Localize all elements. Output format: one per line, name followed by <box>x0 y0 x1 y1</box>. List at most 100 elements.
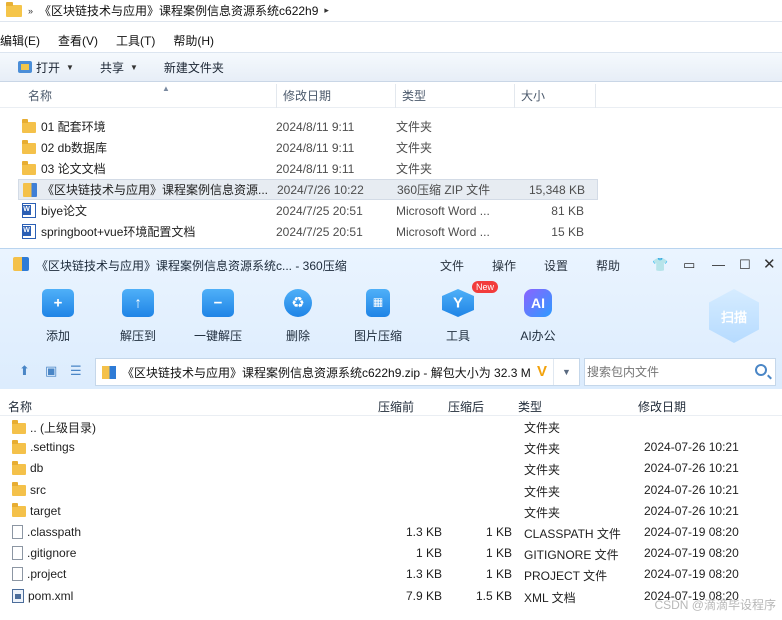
entry-name: .gitignore <box>27 546 77 561</box>
zip-app-icon <box>13 257 29 271</box>
archive-row[interactable]: db 文件夹 2024-07-26 10:21 <box>0 458 782 479</box>
file-icon <box>12 524 23 539</box>
column-before[interactable]: 压缩前 <box>378 398 414 415</box>
delete-button[interactable]: ♻ 删除 <box>258 289 338 344</box>
new-folder-button[interactable]: 新建文件夹 <box>164 59 224 76</box>
entry-date: 2024-07-26 10:21 <box>644 482 739 497</box>
zip-menu-help[interactable]: 帮助 <box>596 257 620 274</box>
explorer-column-header: ▲ 名称 修改日期 类型 大小 <box>0 83 782 108</box>
chevron-down-icon[interactable]: ▼ <box>553 359 579 385</box>
entry-type: 文件夹 <box>524 442 561 457</box>
ai-office-label: AI办公 <box>520 329 556 343</box>
zip-menu-operate[interactable]: 操作 <box>492 257 516 274</box>
entry-name: .settings <box>30 440 75 455</box>
entry-after: 1 KB <box>485 524 512 539</box>
column-name[interactable]: 名称 <box>8 398 32 415</box>
archive-search-input[interactable] <box>587 365 747 379</box>
ai-office-button[interactable]: AI AI办公 <box>498 289 578 344</box>
image-compress-button[interactable]: ▦ 图片压缩 <box>338 289 418 344</box>
one-click-extract-button[interactable]: − 一键解压 <box>178 289 258 344</box>
entry-type: PROJECT 文件 <box>524 569 608 584</box>
file-row-selected[interactable]: 《区块链技术与应用》课程案例信息资源... 2024/7/26 10:22 36… <box>18 179 598 200</box>
file-row[interactable]: biye论文 2024/7/25 20:51 Microsoft Word ..… <box>18 200 598 221</box>
zip-menu-settings[interactable]: 设置 <box>544 257 568 274</box>
address-bar[interactable]: » 《区块链技术与应用》课程案例信息资源系统c622h9 ▸ <box>0 0 782 22</box>
tools-button[interactable]: Y New 工具 <box>418 281 499 344</box>
archive-search-box[interactable] <box>584 358 776 386</box>
archive-row[interactable]: .gitignore 1 KB 1 KB GITIGNORE 文件 2024-0… <box>0 543 782 564</box>
entry-name: .classpath <box>27 524 82 539</box>
xml-file-icon <box>12 588 24 603</box>
one-click-extract-icon: − <box>202 289 234 317</box>
share-button[interactable]: 共享 ▼ <box>100 59 138 76</box>
archive-file-list: .. (上级目录) 文件夹 .settings 文件夹 2024-07-26 1… <box>0 416 782 607</box>
delete-label: 删除 <box>285 329 310 343</box>
entry-type: 文件夹 <box>524 463 561 478</box>
column-date[interactable]: 修改日期 <box>277 83 396 108</box>
file-row[interactable]: 02 db数据库 2024/8/11 9:11 文件夹 <box>18 137 598 158</box>
close-icon[interactable]: ✕ <box>763 255 776 273</box>
zip-menu-file[interactable]: 文件 <box>440 257 464 274</box>
file-date: 2024/7/26 10:22 <box>277 182 364 197</box>
column-size[interactable]: 大小 <box>515 83 596 108</box>
zip-navigation-bar: ⬆ ▣ ☰ 《区块链技术与应用》课程案例信息资源系统c622h9.zip - 解… <box>0 353 782 387</box>
up-arrow-icon[interactable]: ⬆ <box>19 363 30 379</box>
list-view-icon[interactable]: ☰ <box>70 363 82 379</box>
explorer-toolbar: 打开 ▼ 共享 ▼ 新建文件夹 <box>0 52 782 82</box>
menu-tools[interactable]: 工具(T) <box>107 32 164 49</box>
file-row[interactable]: 01 配套环境 2024/8/11 9:11 文件夹 <box>18 116 598 137</box>
feedback-icon[interactable]: ▭ <box>683 257 695 273</box>
menu-edit[interactable]: 编辑(E) <box>0 32 49 49</box>
address-path[interactable]: 《区块链技术与应用》课程案例信息资源系统c622h9 <box>39 2 318 19</box>
chevron-right-icon[interactable]: ▸ <box>324 5 329 16</box>
add-button[interactable]: + 添加 <box>18 289 98 344</box>
zip-file-icon <box>102 365 116 379</box>
add-icon: + <box>42 289 74 317</box>
maximize-icon[interactable]: ☐ <box>739 257 751 273</box>
column-name[interactable]: ▲ 名称 <box>22 83 277 108</box>
thumbnail-view-icon[interactable]: ▣ <box>45 363 57 379</box>
file-size: 81 KB <box>551 203 584 218</box>
new-folder-label: 新建文件夹 <box>163 60 224 75</box>
folder-icon <box>12 482 26 497</box>
archive-row[interactable]: .classpath 1.3 KB 1 KB CLASSPATH 文件 2024… <box>0 522 782 543</box>
archive-path-bar[interactable]: 《区块链技术与应用》课程案例信息资源系统c622h9.zip - 解包大小为 3… <box>95 358 580 386</box>
archive-row[interactable]: .project 1.3 KB 1 KB PROJECT 文件 2024-07-… <box>0 564 782 585</box>
watermark-text: CSDN @滴滴毕设程序 <box>654 598 776 612</box>
menu-view[interactable]: 查看(V) <box>49 32 107 49</box>
entry-type: CLASSPATH 文件 <box>524 526 621 541</box>
folder-icon <box>12 503 26 518</box>
extract-to-button[interactable]: ↑ 解压到 <box>98 289 178 344</box>
share-label: 共享 <box>99 60 124 75</box>
file-icon <box>12 546 23 561</box>
folder-icon <box>12 439 26 454</box>
column-date[interactable]: 修改日期 <box>638 398 686 415</box>
column-type[interactable]: 类型 <box>518 398 542 415</box>
open-button[interactable]: 打开 ▼ <box>18 59 74 76</box>
archive-row[interactable]: .settings 文件夹 2024-07-26 10:21 <box>0 437 782 458</box>
zip-titlebar: 《区块链技术与应用》课程案例信息资源系统c... - 360压缩 文件 操作 设… <box>0 249 782 279</box>
chevron-right-icon[interactable]: » <box>28 6 33 16</box>
column-after[interactable]: 压缩后 <box>448 398 484 415</box>
skin-icon[interactable]: 👕 <box>652 257 668 273</box>
entry-after: 1 KB <box>485 567 512 582</box>
file-explorer-window: » 《区块链技术与应用》课程案例信息资源系统c622h9 ▸ 编辑(E) 查看(… <box>0 0 782 248</box>
archive-row[interactable]: target 文件夹 2024-07-26 10:21 <box>0 501 782 522</box>
archive-row[interactable]: .. (上级目录) 文件夹 <box>0 416 782 437</box>
archive-row[interactable]: src 文件夹 2024-07-26 10:21 <box>0 480 782 501</box>
menu-help[interactable]: 帮助(H) <box>164 32 223 49</box>
search-icon[interactable] <box>755 364 767 376</box>
zip-header-area: 《区块链技术与应用》课程案例信息资源系统c... - 360压缩 文件 操作 设… <box>0 249 782 389</box>
entry-name: db <box>30 461 44 476</box>
file-row[interactable]: 03 论文文档 2024/8/11 9:11 文件夹 <box>18 158 598 179</box>
entry-after: 1.5 KB <box>475 588 512 603</box>
minimize-icon[interactable]: — <box>712 257 725 272</box>
entry-date: 2024-07-19 08:20 <box>644 546 739 561</box>
entry-name: target <box>30 503 61 518</box>
entry-date: 2024-07-26 10:21 <box>644 440 739 455</box>
column-type[interactable]: 类型 <box>396 83 515 108</box>
entry-name: pom.xml <box>28 588 74 603</box>
file-row[interactable]: springboot+vue环境配置文档 2024/7/25 20:51 Mic… <box>18 221 598 242</box>
entry-before: 1 KB <box>415 546 442 561</box>
ai-office-icon: AI <box>524 289 552 317</box>
